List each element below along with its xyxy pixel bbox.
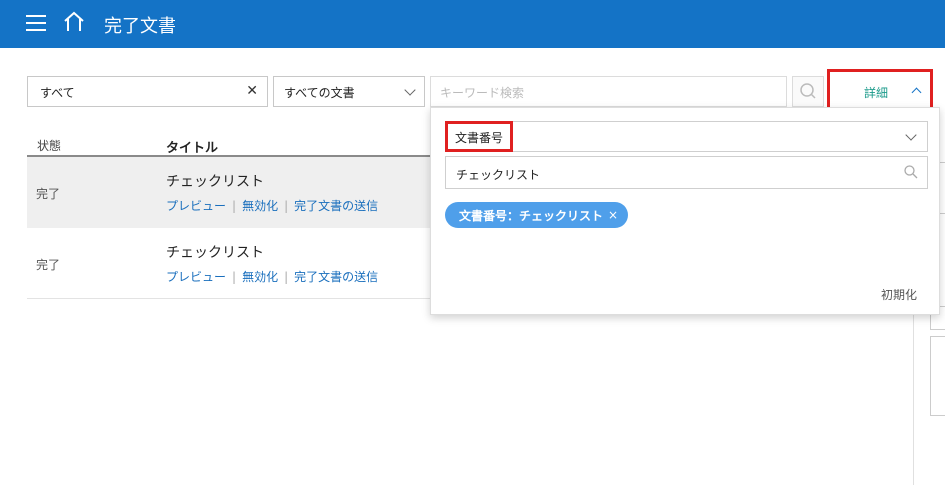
chevron-up-icon [911,87,922,98]
link-separator: | [232,270,237,284]
invalidate-link[interactable]: 無効化 [242,270,278,284]
detail-label: 詳細 [864,86,889,100]
search-value-input[interactable]: チェックリスト [445,156,928,189]
page-title: 完了文書 [104,16,176,37]
search-value-text: チェックリスト [456,168,541,182]
search-button[interactable] [792,76,824,107]
table-row[interactable]: 完了 チェックリスト プレビュー | 無効化 | 完了文書の送信 [27,228,430,299]
row-title[interactable]: チェックリスト [166,171,264,191]
preview-link[interactable]: プレビュー [166,199,226,213]
row-status: 完了 [36,187,61,201]
invalidate-link[interactable]: 無効化 [242,199,278,213]
document-type-value: すべての文書 [284,86,355,100]
row-actions: プレビュー | 無効化 | 完了文書の送信 [166,268,378,285]
app-header: 完了文書 [0,0,945,48]
hamburger-menu-icon[interactable] [26,15,46,31]
search-icon[interactable] [903,164,919,180]
detail-search-panel: 文書番号 チェックリスト 文書番号：チェックリスト × 初期化 [430,107,940,315]
home-icon[interactable] [62,10,86,34]
send-completed-document-link[interactable]: 完了文書の送信 [294,270,378,284]
right-panel-box [930,336,945,416]
chevron-down-icon [905,129,917,141]
chevron-down-icon [404,84,416,96]
status-filter-value: すべて [40,86,75,100]
row-status: 完了 [36,258,61,272]
filter-chip-label: 文書番号：チェックリスト [459,208,604,223]
column-header-title[interactable]: タイトル [166,137,218,156]
clear-icon[interactable]: ✕ [246,83,258,99]
search-icon [800,83,816,99]
search-field-value: 文書番号 [455,131,504,145]
row-actions: プレビュー | 無効化 | 完了文書の送信 [166,197,378,214]
keyword-search-placeholder: キーワード検索 [440,86,525,100]
filter-chip: 文書番号：チェックリスト × [445,202,629,228]
link-separator: | [284,270,289,284]
preview-link[interactable]: プレビュー [166,270,226,284]
link-separator: | [232,199,237,213]
document-type-select[interactable]: すべての文書 [273,76,425,107]
status-filter-select[interactable]: すべて ✕ [27,76,268,107]
search-field-select[interactable]: 文書番号 [445,121,928,152]
row-title[interactable]: チェックリスト [166,242,264,262]
chip-remove-icon[interactable]: × [608,208,618,222]
send-completed-document-link[interactable]: 完了文書の送信 [294,199,378,213]
column-header-status[interactable]: 状態 [37,137,61,154]
table-row[interactable]: 完了 チェックリスト プレビュー | 無効化 | 完了文書の送信 [27,157,430,228]
link-separator: | [284,199,289,213]
reset-button[interactable]: 初期化 [881,286,917,303]
